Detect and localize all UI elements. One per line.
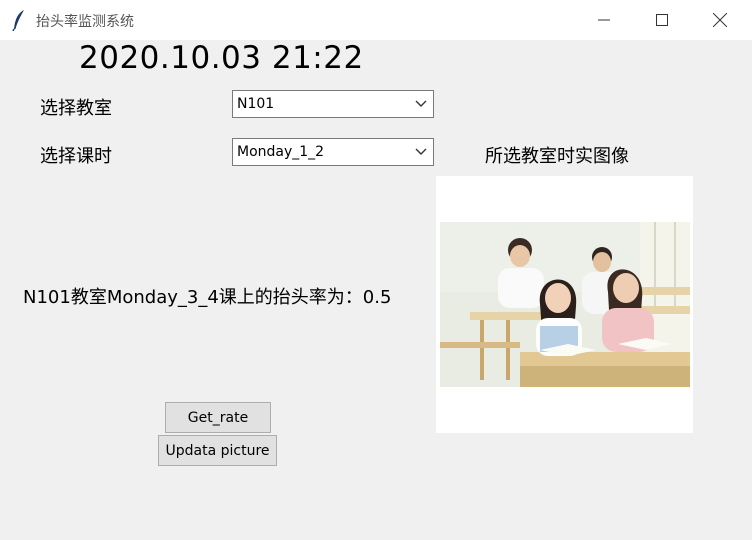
rate-result-text: N101教室Monday_3_4课上的抬头率为：0.5 xyxy=(23,287,392,308)
lesson-select-value: Monday_1_2 xyxy=(237,144,325,160)
lesson-label: 选择课时 xyxy=(40,146,112,167)
minimize-icon xyxy=(598,19,610,21)
datetime-display: 2020.10.03 21:22 xyxy=(79,40,364,76)
close-icon xyxy=(713,13,727,27)
close-button[interactable] xyxy=(692,0,748,40)
maximize-button[interactable] xyxy=(634,0,690,40)
classroom-select-value: N101 xyxy=(237,96,275,112)
image-caption: 所选教室时实图像 xyxy=(485,146,629,167)
chevron-down-icon xyxy=(415,148,427,155)
classroom-label: 选择教室 xyxy=(40,98,112,119)
title-bar: 抬头率监测系统 xyxy=(0,0,752,40)
classroom-image-panel xyxy=(436,176,693,433)
classroom-select[interactable]: N101 xyxy=(232,90,434,118)
chevron-down-icon xyxy=(415,100,427,107)
window-title: 抬头率监测系统 xyxy=(36,14,134,30)
feather-icon xyxy=(12,10,24,31)
app-window: 抬头率监测系统 2020.10.03 21:22 选择教室 N101 选择课时 xyxy=(0,0,752,540)
minimize-button[interactable] xyxy=(576,0,632,40)
lesson-select[interactable]: Monday_1_2 xyxy=(232,138,434,166)
get-rate-button[interactable]: Get_rate xyxy=(165,402,271,433)
maximize-icon xyxy=(656,14,668,26)
update-picture-button[interactable]: Updata picture xyxy=(158,435,277,466)
classroom-photo xyxy=(440,222,690,387)
